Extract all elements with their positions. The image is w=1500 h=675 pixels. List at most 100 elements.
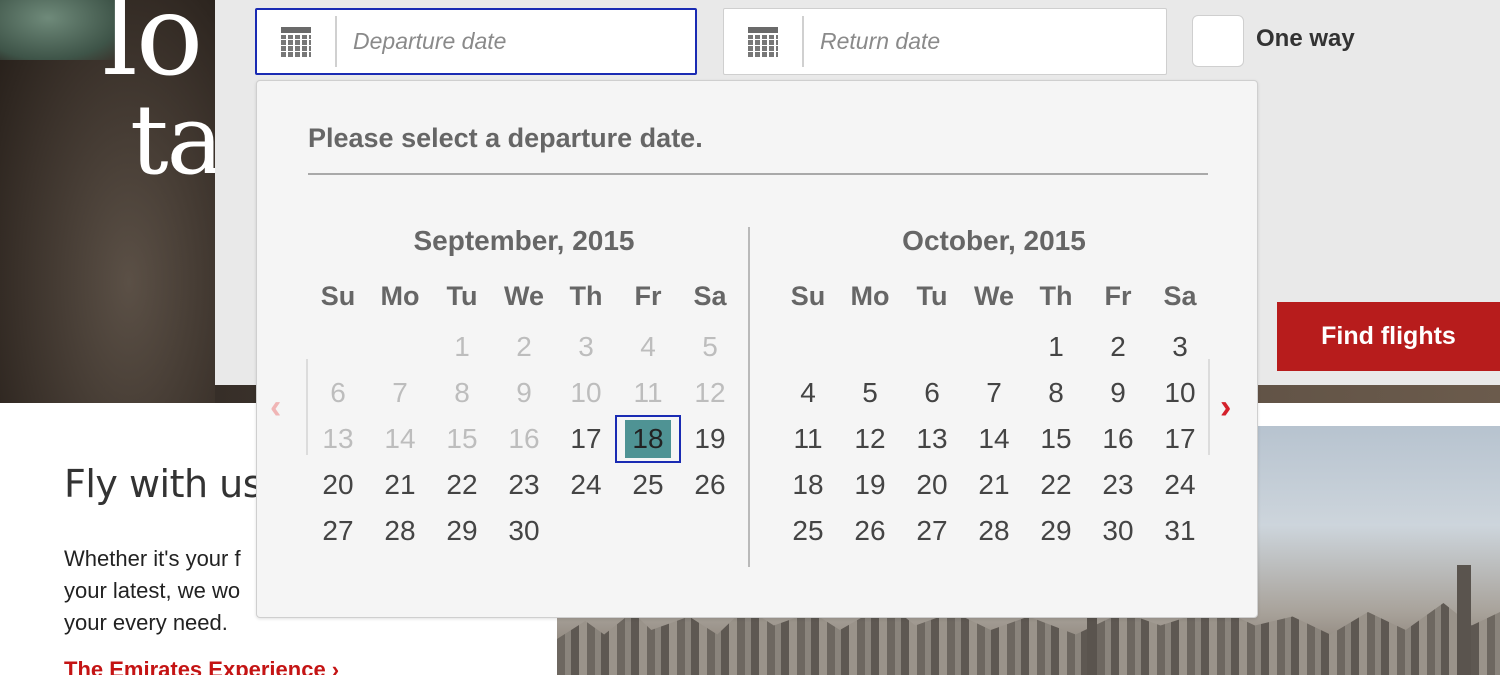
week-row: 20 21 22 23 24 25 26 xyxy=(307,462,741,508)
find-flights-button[interactable]: Find flights xyxy=(1277,302,1500,371)
empty-day-cell xyxy=(777,324,839,370)
day-cell[interactable]: 3 xyxy=(1149,324,1211,370)
month-separator xyxy=(748,227,750,567)
calendar-icon xyxy=(748,26,778,57)
day-grid: 1 2 3 4 5 6 7 8 9 10 11 12 13 14 15 16 17 18 19 20 21 22 23 24 2… xyxy=(777,324,1211,554)
day-cell[interactable]: 29 xyxy=(1025,508,1087,554)
section-heading: Fly with us xyxy=(64,462,263,506)
day-cell[interactable]: 25 xyxy=(617,462,679,508)
day-cell[interactable]: 5 xyxy=(839,370,901,416)
empty-day-cell xyxy=(839,324,901,370)
empty-day-cell xyxy=(307,324,369,370)
week-row: 11 12 13 14 15 16 17 xyxy=(777,416,1211,462)
day-cell[interactable]: 11 xyxy=(777,416,839,462)
month-title: September, 2015 xyxy=(413,225,635,256)
day-cell[interactable]: 15 xyxy=(1025,416,1087,462)
day-cell[interactable]: 1 xyxy=(1025,324,1087,370)
day-cell[interactable]: 2 xyxy=(1087,324,1149,370)
disabled-day-cell: 15 xyxy=(446,423,478,454)
empty-day-cell xyxy=(369,324,431,370)
day-cell[interactable]: 25 xyxy=(777,508,839,554)
day-cell[interactable]: 13 xyxy=(901,416,963,462)
chevron-left-icon[interactable]: ‹ xyxy=(270,390,281,424)
day-cell[interactable]: 28 xyxy=(369,508,431,554)
day-cell[interactable]: 23 xyxy=(1087,462,1149,508)
one-way-checkbox[interactable] xyxy=(1192,15,1244,67)
day-cell[interactable]: 12 xyxy=(839,416,901,462)
empty-day-cell xyxy=(901,324,963,370)
selected-day-cell[interactable]: 18 xyxy=(615,415,681,463)
day-cell[interactable]: 17 xyxy=(555,416,617,462)
calendar-icon xyxy=(281,26,311,57)
date-picker-popup: Please select a departure date. ‹ › Sept… xyxy=(256,80,1258,618)
day-cell[interactable]: 17 xyxy=(1149,416,1211,462)
month-title: October, 2015 xyxy=(902,225,1086,256)
disabled-day-cell: 6 xyxy=(330,377,346,408)
month-october: October, 2015 Su Mo Tu We Th Fr Sa 1 2 3 4 5 6 7 8 9 10… xyxy=(777,223,1211,554)
one-way-label[interactable]: One way xyxy=(1256,25,1355,53)
departure-date-field[interactable]: Departure date xyxy=(255,8,697,75)
disabled-day-cell: 5 xyxy=(702,331,718,362)
departure-date-placeholder: Departure date xyxy=(353,28,507,54)
weekday-label: Sa xyxy=(693,281,727,311)
day-cell[interactable]: 7 xyxy=(963,370,1025,416)
day-cell[interactable]: 16 xyxy=(1087,416,1149,462)
day-cell[interactable]: 27 xyxy=(307,508,369,554)
day-cell[interactable]: 19 xyxy=(839,462,901,508)
day-cell[interactable]: 22 xyxy=(431,462,493,508)
day-cell[interactable]: 27 xyxy=(901,508,963,554)
weekday-label: Sa xyxy=(1163,281,1197,311)
day-cell[interactable]: 20 xyxy=(307,462,369,508)
day-cell[interactable]: 14 xyxy=(963,416,1025,462)
hero-photo: lo tal xyxy=(0,0,215,403)
day-cell[interactable]: 21 xyxy=(369,462,431,508)
hero-text-line2: tal xyxy=(130,84,215,196)
day-cell[interactable]: 21 xyxy=(963,462,1025,508)
day-cell[interactable]: 18 xyxy=(777,462,839,508)
day-cell[interactable]: 30 xyxy=(1087,508,1149,554)
hero-text-line1: lo xyxy=(102,0,203,101)
day-cell[interactable]: 28 xyxy=(963,508,1025,554)
day-cell[interactable]: 24 xyxy=(1149,462,1211,508)
day-cell[interactable]: 29 xyxy=(431,508,493,554)
weekday-label: Su xyxy=(790,281,826,311)
day-cell[interactable]: 22 xyxy=(1025,462,1087,508)
weekday-label: Th xyxy=(569,281,603,311)
day-cell[interactable]: 10 xyxy=(1149,370,1211,416)
skyline-tower xyxy=(1457,565,1471,675)
disabled-day-cell: 13 xyxy=(322,423,354,454)
day-cell[interactable]: 8 xyxy=(1025,370,1087,416)
weekday-label: Tu xyxy=(446,281,478,311)
chevron-right-icon[interactable]: › xyxy=(1220,390,1231,424)
day-cell[interactable]: 23 xyxy=(493,462,555,508)
section-body-text: Whether it's your f your latest, we wo y… xyxy=(64,546,241,635)
day-cell[interactable]: 19 xyxy=(679,416,741,462)
disabled-day-cell: 7 xyxy=(392,377,408,408)
emirates-experience-link[interactable]: The Emirates Experience › xyxy=(64,657,339,675)
day-cell[interactable]: 24 xyxy=(555,462,617,508)
empty-day-cell xyxy=(963,324,1025,370)
weekday-label: We xyxy=(973,281,1014,311)
day-cell[interactable]: 26 xyxy=(839,508,901,554)
empty-day-cell xyxy=(617,508,679,554)
weekday-label: Mo xyxy=(850,281,890,311)
day-cell[interactable]: 20 xyxy=(901,462,963,508)
disabled-day-cell: 16 xyxy=(508,423,540,454)
weekday-header: Su Mo Tu We Th Fr Sa xyxy=(307,278,741,314)
day-cell[interactable]: 4 xyxy=(777,370,839,416)
day-cell[interactable]: 26 xyxy=(679,462,741,508)
week-row: 18 19 20 21 22 23 24 xyxy=(777,462,1211,508)
day-cell[interactable]: 31 xyxy=(1149,508,1211,554)
week-row: 4 5 6 7 8 9 10 xyxy=(777,370,1211,416)
return-calendar-button[interactable] xyxy=(724,16,804,67)
disabled-day-cell: 10 xyxy=(570,377,602,408)
day-cell[interactable]: 30 xyxy=(493,508,555,554)
day-cell[interactable]: 9 xyxy=(1087,370,1149,416)
weekday-label: Th xyxy=(1039,281,1073,311)
return-date-field[interactable]: Return date xyxy=(723,8,1167,75)
departure-calendar-button[interactable] xyxy=(257,16,337,67)
date-picker-divider xyxy=(308,173,1208,175)
disabled-day-cell: 9 xyxy=(516,377,532,408)
day-cell[interactable]: 6 xyxy=(901,370,963,416)
disabled-day-cell: 3 xyxy=(578,331,594,362)
